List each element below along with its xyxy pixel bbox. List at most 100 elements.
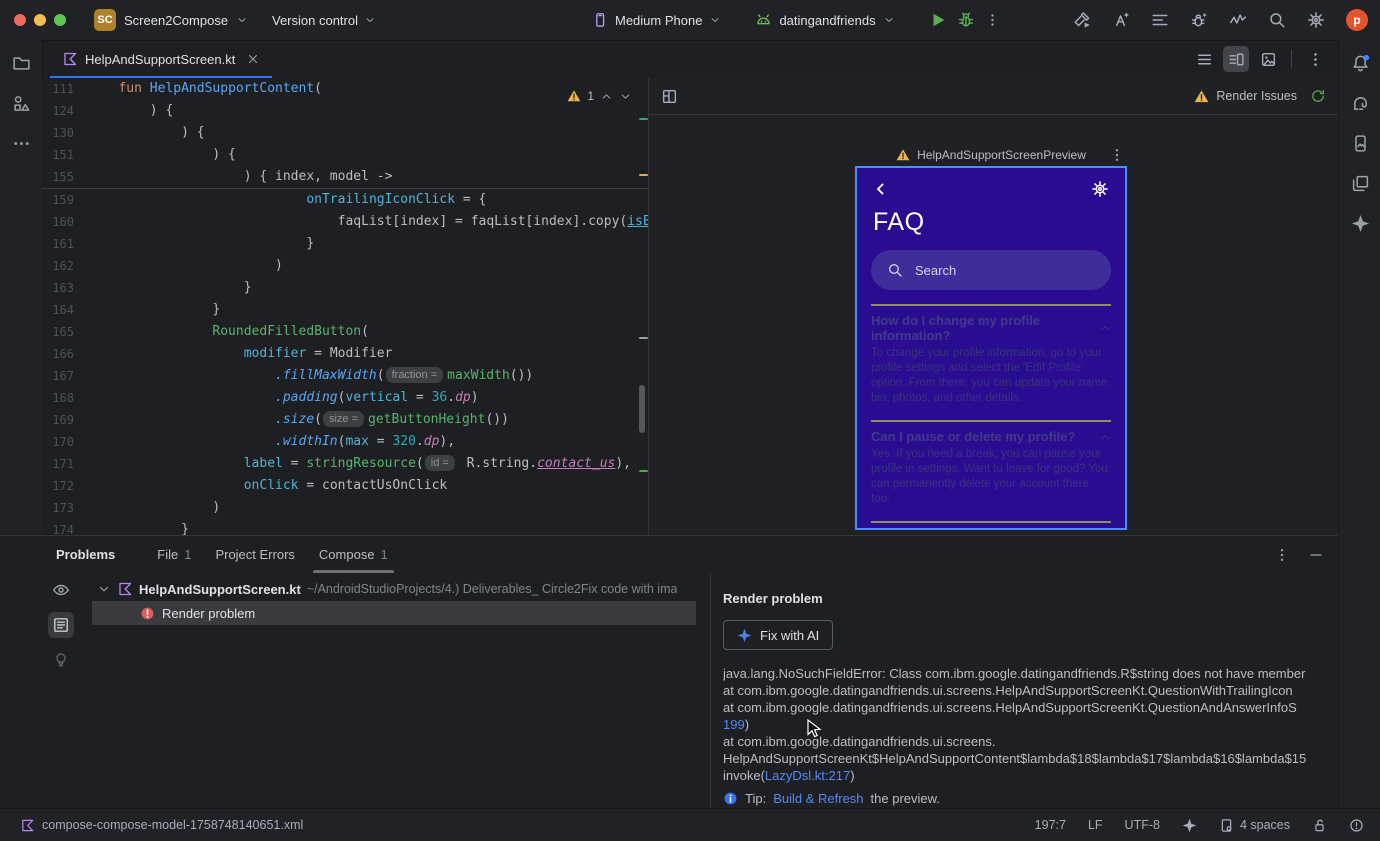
status-file-widget[interactable]: compose-compose-model-1758748140651.xml: [0, 818, 303, 833]
compose-preview-canvas[interactable]: FAQ Search How do I change my profile in…: [855, 166, 1127, 530]
render-issues-widget[interactable]: Render Issues: [1194, 78, 1326, 114]
more-h-tool-button[interactable]: [8, 130, 34, 156]
prev-problem-icon[interactable]: [600, 90, 613, 103]
code-line[interactable]: 162 ): [42, 255, 648, 277]
preview-options-icon[interactable]: [1109, 147, 1125, 163]
preview-card-header[interactable]: HelpAndSupportScreenPreview: [855, 144, 1127, 166]
ai-sparkle-icon[interactable]: [1182, 818, 1197, 833]
line-number[interactable]: 130: [42, 122, 74, 144]
code-line[interactable]: 124 ) {: [42, 100, 648, 122]
code-line[interactable]: 155 ) { index, model ->: [42, 166, 648, 188]
minimize-window-button[interactable]: [34, 14, 46, 26]
ai-assist-icon[interactable]: [1112, 11, 1130, 29]
line-number[interactable]: 172: [42, 475, 74, 497]
settings-icon[interactable]: [1307, 11, 1325, 29]
profiler-icon[interactable]: [1229, 11, 1247, 29]
device-selector[interactable]: Medium Phone: [592, 12, 721, 28]
line-number[interactable]: 170: [42, 431, 74, 453]
line-number[interactable]: 164: [42, 299, 74, 321]
code-line[interactable]: 161 }: [42, 233, 648, 255]
refresh-preview-icon[interactable]: [1310, 88, 1326, 104]
show-details-button[interactable]: [48, 612, 74, 638]
highlight-level-icon[interactable]: [1349, 818, 1364, 833]
status-lf[interactable]: LF: [1088, 818, 1103, 832]
line-number[interactable]: 168: [42, 387, 74, 409]
stack-link[interactable]: 199: [723, 717, 745, 732]
code-line[interactable]: 151 ) {: [42, 144, 648, 166]
line-number[interactable]: 160: [42, 211, 74, 233]
code-line[interactable]: 166 modifier = Modifier: [42, 343, 648, 365]
line-number[interactable]: 173: [42, 497, 74, 519]
code-line[interactable]: 165 RoundedFilledButton(: [42, 321, 648, 343]
sparkle-tool-button[interactable]: [1347, 210, 1373, 236]
line-number[interactable]: 161: [42, 233, 74, 255]
code-line[interactable]: 174 }: [42, 519, 648, 535]
code-line[interactable]: 169 .size(size = getButtonHeight()): [42, 409, 648, 431]
preview-layout-icon[interactable]: [661, 88, 678, 105]
indent-config-icon[interactable]: 4 spaces: [1219, 818, 1290, 833]
code-line[interactable]: 171 label = stringResource(id = R.string…: [42, 453, 648, 475]
editor-options-button[interactable]: [1302, 46, 1328, 72]
elephant-tool-button[interactable]: [1347, 90, 1373, 116]
close-window-button[interactable]: [14, 14, 26, 26]
code-line[interactable]: 168 .padding(vertical = 36.dp): [42, 387, 648, 409]
line-number[interactable]: 165: [42, 321, 74, 343]
lock-open-icon[interactable]: [1312, 818, 1327, 833]
design-view-button[interactable]: [1255, 46, 1281, 72]
line-number[interactable]: 169: [42, 409, 74, 431]
shapes-tool-button[interactable]: [8, 90, 34, 116]
problems-tab-compose[interactable]: Compose 1: [307, 536, 400, 573]
fix-with-ai-button[interactable]: Fix with AI: [723, 620, 834, 650]
code-view-button[interactable]: [1191, 46, 1217, 72]
quick-fix-button[interactable]: [48, 647, 74, 673]
line-number[interactable]: 162: [42, 255, 74, 277]
run-config-selector[interactable]: datingandfriends: [755, 12, 894, 29]
problems-tab-project-errors[interactable]: Project Errors: [203, 536, 306, 573]
avatar[interactable]: p: [1346, 9, 1368, 31]
code-line[interactable]: 170 .widthIn(max = 320.dp),: [42, 431, 648, 453]
stack-link[interactable]: LazyDsl.kt:217: [765, 768, 850, 783]
maximize-window-button[interactable]: [54, 14, 66, 26]
project-widget[interactable]: SC Screen2Compose: [94, 0, 248, 40]
problem-row-selected[interactable]: Render problem: [92, 601, 696, 625]
build-refresh-link[interactable]: Build & Refresh: [773, 791, 863, 806]
code-line[interactable]: 172 onClick = contactUsOnClick: [42, 475, 648, 497]
view-options-button[interactable]: [48, 577, 74, 603]
code-editor[interactable]: 111 fun HelpAndSupportContent(124 ) {130…: [42, 78, 648, 535]
line-number[interactable]: 167: [42, 365, 74, 387]
run-button[interactable]: [929, 11, 947, 29]
status-utf-8[interactable]: UTF-8: [1125, 818, 1160, 832]
code-line[interactable]: 163 }: [42, 277, 648, 299]
chevron-down-icon[interactable]: [97, 582, 111, 596]
line-number[interactable]: 124: [42, 100, 74, 122]
line-number[interactable]: 155: [42, 166, 74, 188]
ai-bug-icon[interactable]: [1190, 11, 1208, 29]
bell-tool-button[interactable]: [1347, 50, 1373, 76]
code-line[interactable]: 159 onTrailingIconClick = {: [42, 189, 648, 211]
hide-tool-window-icon[interactable]: [1308, 547, 1324, 563]
line-number[interactable]: 159: [42, 189, 74, 211]
next-problem-icon[interactable]: [619, 90, 632, 103]
code-line[interactable]: 167 .fillMaxWidth(fraction = maxWidth()): [42, 365, 648, 387]
status-197-7[interactable]: 197:7: [1035, 818, 1066, 832]
line-number[interactable]: 111: [42, 78, 74, 100]
problem-file-row[interactable]: HelpAndSupportScreen.kt ~/AndroidStudioP…: [80, 577, 710, 601]
editor-tab[interactable]: HelpAndSupportScreen.kt: [50, 40, 273, 79]
editor-scrollbar[interactable]: [639, 385, 645, 433]
build-icon[interactable]: [1073, 11, 1091, 29]
line-number[interactable]: 174: [42, 519, 74, 535]
more-run-options-icon[interactable]: [985, 11, 1000, 29]
code-line[interactable]: 164 }: [42, 299, 648, 321]
vcs-widget[interactable]: Version control: [272, 0, 376, 40]
line-number[interactable]: 151: [42, 144, 74, 166]
debug-button[interactable]: [957, 11, 975, 29]
layers-tool-button[interactable]: [1347, 170, 1373, 196]
line-number[interactable]: 163: [42, 277, 74, 299]
tool-window-options-icon[interactable]: [1274, 547, 1290, 563]
inspections-widget[interactable]: 1: [563, 83, 636, 109]
line-number[interactable]: 171: [42, 453, 74, 475]
close-tab-icon[interactable]: [246, 52, 260, 66]
folder-tool-button[interactable]: [8, 50, 34, 76]
code-line[interactable]: 160 faqList[index] = faqList[index].copy…: [42, 211, 648, 233]
code-line[interactable]: 173 ): [42, 497, 648, 519]
